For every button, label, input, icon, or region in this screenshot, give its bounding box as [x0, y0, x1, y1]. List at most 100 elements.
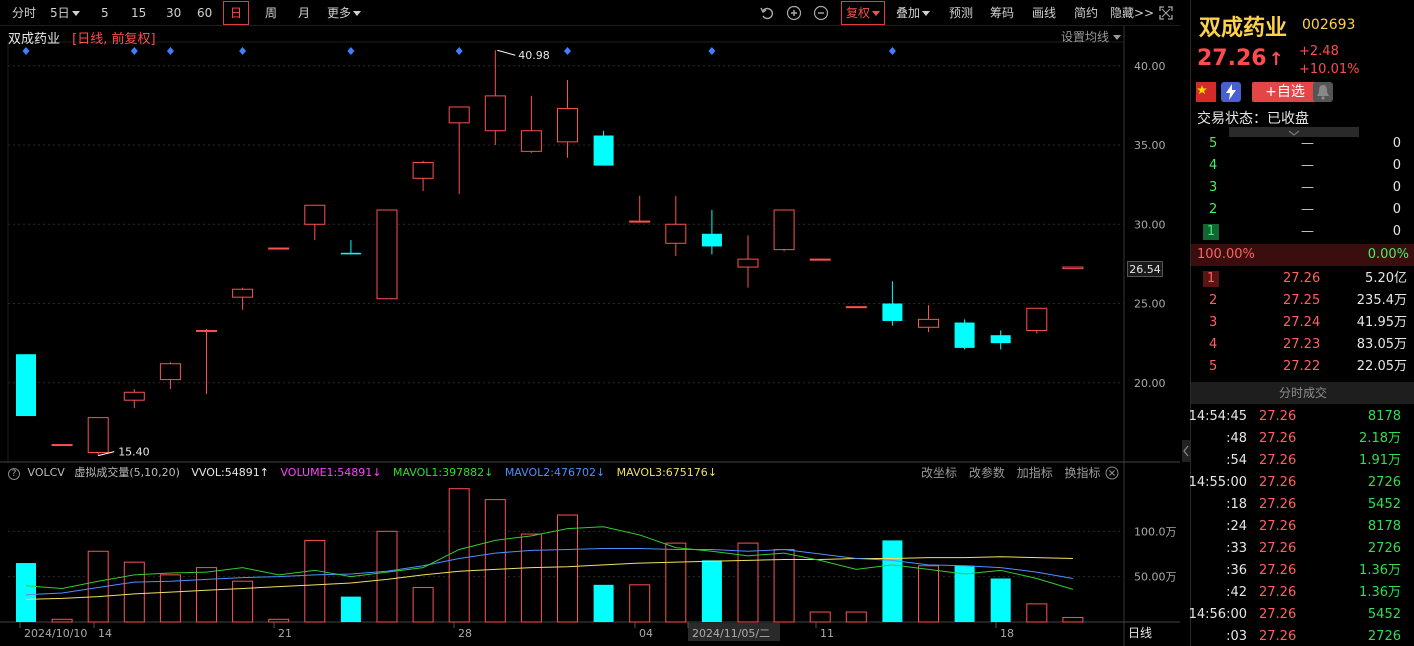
candle-up[interactable]: [159, 363, 181, 381]
candle-up[interactable]: [737, 258, 759, 268]
tick-row[interactable]: 14:56:00 27.26 5452: [1189, 604, 1414, 626]
tick-row[interactable]: :24 27.26 8178: [1191, 516, 1414, 538]
close-indicator-icon[interactable]: [1105, 466, 1119, 480]
add-watchlist-button[interactable]: +自选: [1252, 82, 1318, 102]
panel-splitter[interactable]: [1182, 440, 1190, 462]
candle-up[interactable]: [51, 444, 73, 447]
bid-row[interactable]: 4 27.23 83.05万: [1191, 334, 1414, 356]
candle-down[interactable]: [593, 135, 614, 166]
undo-icon[interactable]: [759, 5, 775, 21]
event-marker-icon[interactable]: [166, 47, 174, 55]
volume-bar-up[interactable]: [376, 530, 398, 623]
draw-line-button[interactable]: 画线: [1032, 0, 1056, 26]
period-intraday[interactable]: 分时: [12, 0, 36, 26]
zoom-out-icon[interactable]: [813, 5, 829, 21]
chips-button[interactable]: 筹码: [990, 0, 1014, 26]
indicator-name[interactable]: VOLCV: [28, 466, 65, 479]
volume-bar-up[interactable]: [196, 567, 217, 623]
candle-up[interactable]: [1026, 307, 1048, 331]
volume-bar-up[interactable]: [159, 574, 181, 623]
simple-button[interactable]: 简约: [1074, 0, 1098, 26]
tick-row[interactable]: :36 27.26 1.36万: [1191, 560, 1414, 582]
candle-down[interactable]: [340, 252, 361, 255]
candle-up[interactable]: [665, 223, 687, 244]
fullscreen-icon[interactable]: [1158, 5, 1174, 21]
volume-bar-up[interactable]: [918, 565, 939, 623]
volume-bar-down[interactable]: [593, 584, 614, 622]
hide-button[interactable]: 隐藏>>: [1110, 0, 1154, 26]
tick-row[interactable]: :54 27.26 1.91万: [1191, 450, 1414, 472]
volume-bar-up[interactable]: [1062, 616, 1084, 623]
tick-row[interactable]: 14:54:45 27.26 8178: [1189, 406, 1414, 428]
tick-row[interactable]: :03 27.26 2726: [1191, 626, 1414, 646]
period-60min[interactable]: 60: [197, 0, 212, 26]
china-flag-icon[interactable]: [1196, 82, 1216, 102]
period-more[interactable]: 更多: [327, 0, 362, 26]
overlay-button[interactable]: 叠加: [896, 0, 931, 26]
volume-bar-up[interactable]: [845, 611, 867, 623]
tick-row[interactable]: :48 27.26 2.18万: [1191, 428, 1414, 450]
ask-row[interactable]: 4 — 0: [1191, 155, 1414, 177]
bid-row[interactable]: 5 27.22 22.05万: [1191, 356, 1414, 378]
change-params-button[interactable]: 改参数: [969, 466, 1005, 480]
bid-row[interactable]: 2 27.25 235.4万: [1191, 290, 1414, 312]
period-week[interactable]: 周: [265, 0, 277, 26]
volume-bar-up[interactable]: [773, 548, 795, 623]
candle-down[interactable]: [16, 354, 36, 417]
candle-up[interactable]: [232, 288, 254, 298]
volume-bar-up[interactable]: [268, 618, 290, 623]
candle-up[interactable]: [376, 209, 398, 300]
volume-bar-up[interactable]: [809, 611, 831, 623]
candle-down[interactable]: [990, 335, 1011, 344]
volume-bar-up[interactable]: [665, 542, 687, 623]
period-15min[interactable]: 15: [131, 0, 146, 26]
tick-row[interactable]: :33 27.26 2726: [1191, 538, 1414, 560]
ask-row[interactable]: 1 — 0: [1191, 221, 1414, 243]
event-marker-icon[interactable]: [888, 47, 896, 55]
bid-row[interactable]: 3 27.24 41.95万: [1191, 312, 1414, 334]
period-5min[interactable]: 5: [101, 0, 109, 26]
candle-up[interactable]: [268, 247, 290, 250]
volume-bar-up[interactable]: [232, 580, 254, 623]
period-30min[interactable]: 30: [166, 0, 181, 26]
event-marker-icon[interactable]: [347, 47, 355, 55]
adjust-button[interactable]: 复权: [841, 1, 886, 25]
candle-up[interactable]: [448, 106, 470, 124]
period-5day[interactable]: 5日: [50, 0, 80, 26]
volume-bar-up[interactable]: [520, 533, 542, 623]
set-ma-button[interactable]: 设置均线: [1061, 28, 1122, 45]
volume-bar-down[interactable]: [16, 563, 36, 622]
ask-row[interactable]: 3 — 0: [1191, 177, 1414, 199]
event-marker-icon[interactable]: [564, 47, 571, 55]
candle-up[interactable]: [845, 306, 867, 309]
candle-up[interactable]: [520, 130, 542, 152]
volume-bar-up[interactable]: [123, 561, 145, 623]
change-axis-button[interactable]: 改坐标: [921, 466, 957, 480]
candle-up[interactable]: [809, 258, 831, 261]
candle-down[interactable]: [954, 322, 975, 348]
volume-bar-up[interactable]: [629, 584, 651, 623]
forecast-button[interactable]: 预测: [949, 0, 973, 26]
volume-bar-down[interactable]: [990, 578, 1011, 622]
event-marker-icon[interactable]: [130, 47, 138, 55]
event-marker-icon[interactable]: [708, 47, 716, 55]
candle-up[interactable]: [304, 204, 326, 225]
volume-bar-up[interactable]: [412, 587, 434, 623]
candle-up[interactable]: [196, 329, 217, 332]
volume-bar-up[interactable]: [51, 618, 73, 623]
candle-up[interactable]: [1062, 266, 1084, 270]
bid-row[interactable]: 1 27.26 5.20亿: [1191, 268, 1414, 290]
add-indicator-button[interactable]: 加指标: [1017, 466, 1053, 480]
zoom-in-icon[interactable]: [786, 5, 802, 21]
tick-row[interactable]: :18 27.26 5452: [1191, 494, 1414, 516]
volume-bar-up[interactable]: [448, 488, 470, 623]
candle-down[interactable]: [701, 233, 722, 247]
volume-bar-up[interactable]: [557, 514, 578, 623]
kline-svg[interactable]: 40.00 35.00 30.00 25.00 20.00 100.0万 50.00万 4…: [0, 26, 1180, 646]
candle-up[interactable]: [412, 161, 434, 179]
candle-up[interactable]: [87, 417, 109, 453]
candle-down[interactable]: [882, 303, 903, 321]
candle-up[interactable]: [557, 108, 578, 143]
candle-up[interactable]: [123, 391, 145, 401]
volume-bar-up[interactable]: [1026, 603, 1048, 623]
